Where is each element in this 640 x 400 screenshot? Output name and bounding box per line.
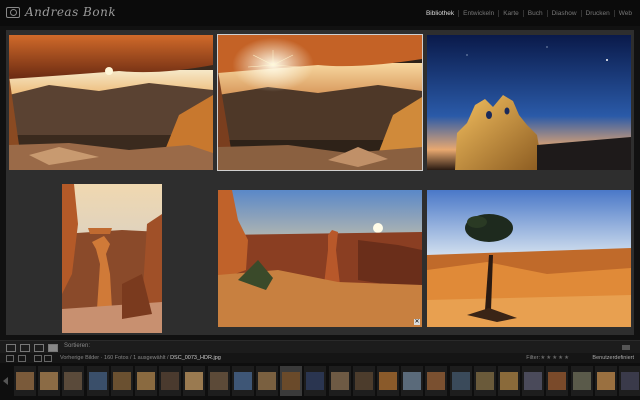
module-bibliothek[interactable]: Bibliothek: [422, 10, 458, 17]
filmstrip: [0, 363, 640, 400]
filmstrip-thumbnail[interactable]: [570, 366, 593, 396]
selected-filename: DSC_0073_HDR.jpg: [170, 355, 221, 361]
filmstrip-thumbnail[interactable]: [377, 366, 399, 396]
filmstrip-scroll-left-icon[interactable]: [3, 377, 8, 385]
filter-label: Filter:: [526, 355, 540, 361]
filmstrip-thumbnail[interactable]: [352, 366, 375, 396]
filmstrip-thumbnail[interactable]: [522, 366, 545, 396]
filmstrip-thumbnail[interactable]: [425, 366, 448, 396]
camera-icon: [6, 6, 20, 18]
panel-toggle-icon[interactable]: [6, 355, 14, 362]
filmstrip-thumbnail[interactable]: [62, 366, 85, 396]
filmstrip-thumbnail[interactable]: [231, 366, 254, 396]
module-entwickeln[interactable]: Entwickeln: [458, 10, 498, 17]
filter-preset[interactable]: Benutzerdefiniert: [592, 355, 634, 361]
photo-lone-pine-bryce[interactable]: [427, 190, 631, 327]
author-name: Andreas Bonk: [25, 5, 117, 19]
filmstrip-thumbnail[interactable]: [328, 366, 351, 396]
filmstrip-thumbnail[interactable]: [159, 366, 182, 396]
rating-filter-stars[interactable]: ★★★★★: [540, 355, 570, 361]
compare-view-icon[interactable]: [34, 344, 44, 352]
filmstrip-thumbnail[interactable]: [38, 366, 61, 396]
module-drucken[interactable]: Drucken: [580, 10, 614, 17]
filmstrip-thumbnail[interactable]: [473, 366, 496, 396]
filmstrip-thumbnail[interactable]: [594, 366, 617, 396]
photo-thors-hammer[interactable]: [62, 184, 162, 333]
filmstrip-thumbnail[interactable]: [280, 366, 303, 396]
filmstrip-thumbnail[interactable]: [546, 366, 569, 396]
toolbar-menu-icon[interactable]: [622, 345, 630, 350]
filmstrip-thumbnail[interactable]: [304, 366, 327, 396]
filmstrip-thumbnail[interactable]: [498, 366, 520, 396]
module-web[interactable]: Web: [613, 10, 636, 17]
filmstrip-thumbnail[interactable]: [207, 366, 230, 396]
filmstrip-thumbnail[interactable]: [14, 366, 36, 396]
grid-toggle-icon[interactable]: [18, 355, 26, 362]
filmstrip-header: Vorherige Bilder · 160 Fotos / 1 ausgewä…: [0, 353, 640, 363]
filmstrip-thumbnail[interactable]: [110, 366, 133, 396]
source-info[interactable]: Vorherige Bilder · 160 Fotos / 1 ausgewä…: [60, 355, 221, 361]
photo-mesa-arch-sunburst[interactable]: [217, 34, 423, 171]
edit-badge-icon[interactable]: ✕: [414, 319, 420, 325]
module-buch[interactable]: Buch: [522, 10, 547, 17]
loupe-view-icon[interactable]: [20, 344, 30, 352]
photo-hoodoo-night-sky[interactable]: [427, 35, 631, 170]
grid-toolbar: Sortieren:: [0, 340, 640, 354]
filmstrip-thumbnail[interactable]: [183, 366, 206, 396]
module-karte[interactable]: Karte: [498, 10, 523, 17]
title-bar: Andreas Bonk Bibliothek Entwickeln Karte Bu…: [0, 0, 640, 26]
filmstrip-thumbnail[interactable]: [135, 366, 157, 396]
filmstrip-thumbnail[interactable]: [449, 366, 472, 396]
sort-label[interactable]: Sortieren:: [64, 343, 90, 349]
photo-mesa-arch-sunrise[interactable]: [9, 35, 213, 170]
filmstrip-thumbnail[interactable]: [256, 366, 278, 396]
identity-plate: Andreas Bonk: [6, 5, 116, 19]
filmstrip-thumbnail[interactable]: [401, 366, 424, 396]
module-picker: Bibliothek Entwickeln Karte Buch Diashow Druc…: [422, 10, 636, 17]
filmstrip-thumbnail[interactable]: [86, 366, 109, 396]
forward-icon[interactable]: [44, 355, 52, 362]
back-icon[interactable]: [34, 355, 42, 362]
photo-grid: ✕: [6, 30, 634, 335]
module-diashow[interactable]: Diashow: [546, 10, 581, 17]
photo-bryce-canyon-sunrise[interactable]: ✕: [218, 190, 422, 327]
filmstrip-thumbnail[interactable]: [619, 366, 640, 396]
survey-view-icon[interactable]: [48, 344, 58, 352]
grid-view-icon[interactable]: [6, 344, 16, 352]
